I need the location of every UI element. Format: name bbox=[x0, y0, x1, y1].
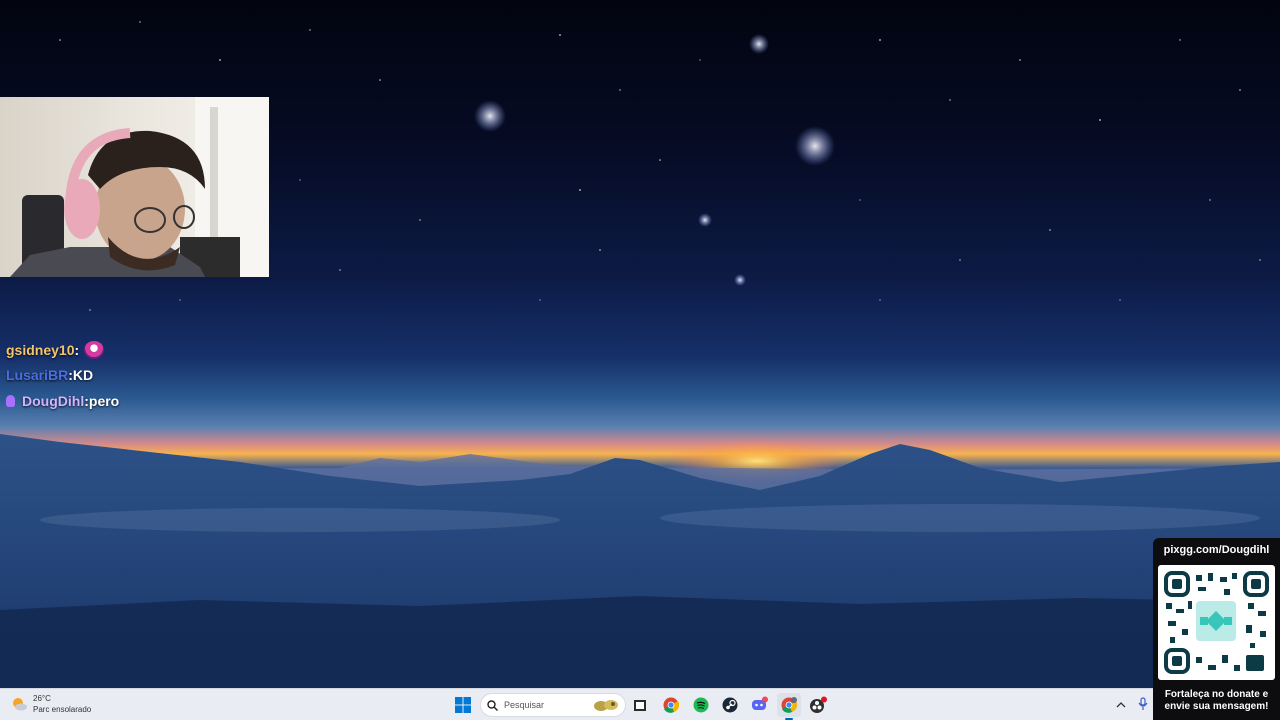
weather-widget[interactable]: 26°C Parc ensolarado bbox=[10, 693, 91, 715]
chat-separator: : bbox=[74, 341, 80, 358]
chevron-up-icon bbox=[1116, 702, 1126, 708]
emote-icon bbox=[84, 340, 105, 359]
taskbar-file-explorer[interactable] bbox=[628, 693, 652, 717]
weather-condition: Parc ensolarado bbox=[33, 705, 92, 714]
partly-sunny-icon bbox=[13, 698, 27, 711]
microphone-icon bbox=[1138, 697, 1148, 710]
weather-temp: 26°C bbox=[33, 694, 51, 703]
donation-panel: pixgg.com/Dougdihl Fortaleça no donate e… bbox=[1153, 538, 1280, 720]
search-box[interactable]: Pesquisar bbox=[480, 693, 626, 717]
chrome-icon bbox=[663, 697, 679, 713]
tray-microphone[interactable] bbox=[1138, 697, 1148, 716]
taskbar-obs[interactable] bbox=[806, 693, 830, 717]
taskbar: 26°C Parc ensolarado Pesquisar bbox=[0, 688, 1280, 720]
folder-icon bbox=[634, 700, 646, 711]
search-highlight-icon bbox=[594, 700, 618, 711]
start-button[interactable] bbox=[451, 693, 475, 717]
chat-message: gsidney10 : bbox=[6, 337, 306, 363]
qr-code bbox=[1158, 565, 1275, 680]
taskbar-chrome-profile[interactable] bbox=[777, 693, 801, 720]
tray-overflow-button[interactable] bbox=[1116, 697, 1126, 715]
windows-logo-icon bbox=[455, 697, 471, 713]
chat-text: KD bbox=[72, 367, 94, 384]
webcam-overlay bbox=[0, 97, 269, 277]
chat-username: gsidney10 bbox=[6, 341, 75, 358]
taskbar-chrome[interactable] bbox=[659, 693, 683, 717]
chat-message: DougDihl : pero bbox=[6, 388, 306, 414]
taskbar-discord[interactable] bbox=[747, 693, 771, 717]
chat-text: pero bbox=[88, 392, 120, 409]
taskbar-spotify[interactable] bbox=[689, 693, 713, 717]
subscriber-badge-icon bbox=[6, 394, 15, 407]
chat-username: DougDihl bbox=[22, 392, 85, 409]
chat-username: LusariBR bbox=[6, 367, 69, 384]
chat-overlay: gsidney10 : LusariBR : KD DougDihl : per… bbox=[6, 337, 306, 414]
chat-message: LusariBR : KD bbox=[6, 363, 306, 389]
donation-message: Fortaleça no donate e envie sua mensagem… bbox=[1164, 689, 1269, 712]
steam-icon bbox=[722, 697, 738, 713]
donation-url: pixgg.com/Dougdihl bbox=[1163, 544, 1270, 556]
obs-icon bbox=[810, 696, 827, 713]
taskbar-steam[interactable] bbox=[718, 693, 742, 717]
chrome-icon bbox=[781, 697, 797, 713]
discord-icon bbox=[752, 696, 768, 710]
spotify-icon bbox=[693, 697, 709, 713]
search-placeholder: Pesquisar bbox=[504, 700, 545, 710]
search-icon bbox=[487, 699, 498, 711]
